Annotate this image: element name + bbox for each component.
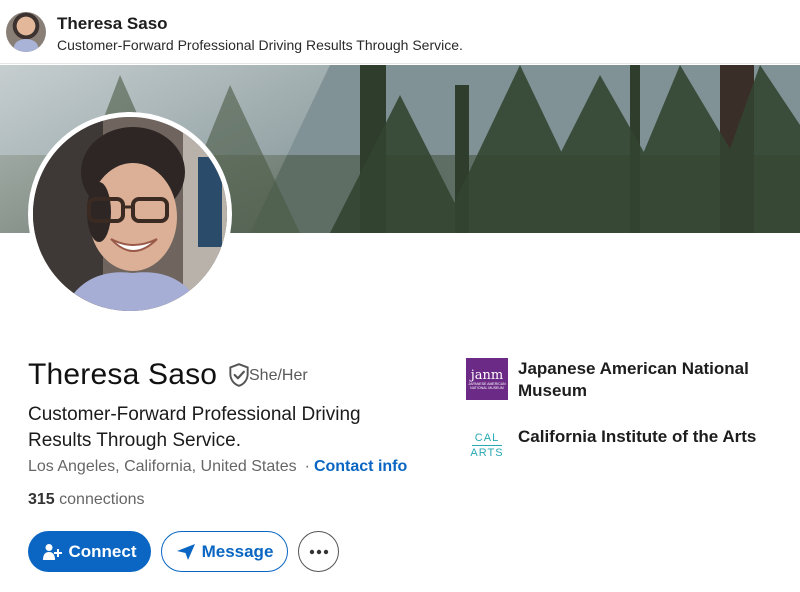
- add-person-icon: [42, 543, 62, 560]
- separator-dot: ·: [304, 458, 310, 475]
- send-paper-plane-icon: [176, 543, 195, 560]
- pronouns: She/Her: [249, 367, 308, 384]
- org-japanese-american-national-museum[interactable]: janm JAPANESE AMERICAN NATIONAL MUSEUM J…: [466, 358, 788, 402]
- janm-logo-text: janm: [470, 367, 504, 383]
- profile-name: Theresa Saso: [28, 358, 218, 391]
- connections-count[interactable]: 315 connections: [28, 491, 145, 509]
- connect-label: Connect: [68, 541, 137, 561]
- header-name: Theresa Saso: [57, 14, 168, 33]
- more-actions-button[interactable]: [298, 531, 339, 572]
- header-headline: Customer-Forward Professional Driving Re…: [57, 37, 463, 53]
- location: Los Angeles, California, United States: [28, 458, 297, 475]
- connections-number: 315: [28, 491, 55, 508]
- profile-name-row: Theresa Saso: [28, 358, 252, 392]
- profile-headline: Customer-Forward Professional Driving Re…: [28, 404, 361, 451]
- org-name: Japanese American National Museum: [518, 359, 749, 400]
- message-button[interactable]: Message: [161, 531, 288, 572]
- contact-info-link[interactable]: Contact info: [314, 458, 407, 475]
- janm-logo-subtext: JAPANESE AMERICAN NATIONAL MUSEUM: [468, 381, 506, 390]
- org-name: California Institute of the Arts: [518, 427, 757, 446]
- calarts-logo: CAL ARTS: [466, 424, 508, 466]
- calarts-logo-bottom: ARTS: [470, 446, 504, 459]
- profile-photo[interactable]: [28, 112, 232, 316]
- connect-button[interactable]: Connect: [28, 531, 151, 572]
- connections-label: connections: [59, 491, 145, 508]
- message-label: Message: [201, 541, 274, 561]
- calarts-logo-top: CAL: [474, 431, 500, 444]
- janm-logo: janm JAPANESE AMERICAN NATIONAL MUSEUM: [466, 358, 508, 400]
- sticky-profile-header: Theresa Saso Customer-Forward Profession…: [0, 0, 800, 64]
- calarts-logo-rule: [472, 444, 502, 446]
- location-row: Los Angeles, California, United States · C…: [28, 458, 407, 476]
- avatar[interactable]: [6, 12, 46, 52]
- org-california-institute-of-the-arts[interactable]: CAL ARTS California Institute of the Art…: [466, 424, 788, 466]
- more-horizontal-icon: [309, 549, 328, 554]
